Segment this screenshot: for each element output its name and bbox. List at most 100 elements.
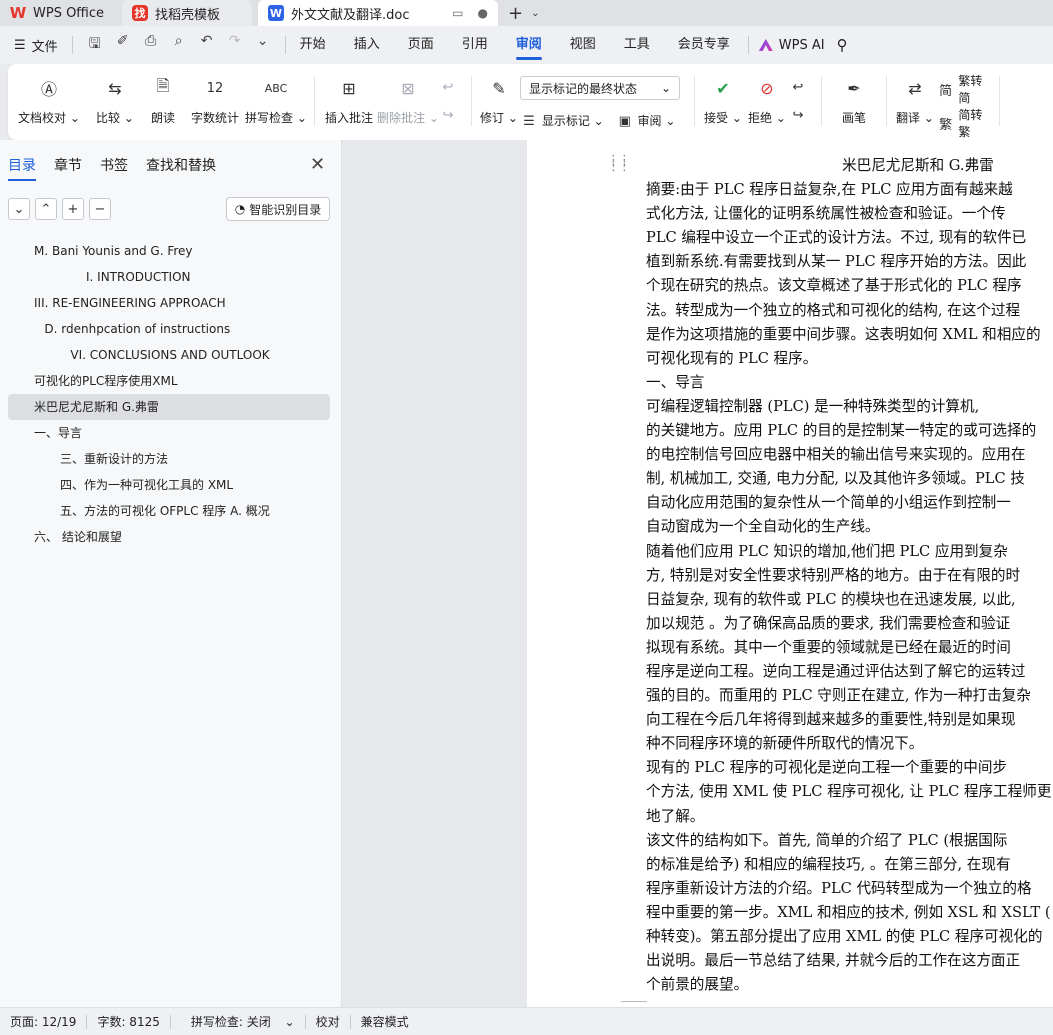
remove-level-icon[interactable]: − [89, 198, 111, 220]
search-icon[interactable]: ⚲ [837, 36, 848, 54]
document-line[interactable]: 是作为这项措施的重要中间步骤。这表明如何 XML 和相应的 [646, 323, 1053, 347]
document-line[interactable]: 程序是逆向工程。逆向工程是通过评估达到了解它的运转过 [646, 660, 1053, 684]
show-markup-button[interactable]: ☰ 显示标记 ⌄ [520, 112, 604, 131]
undo-icon[interactable]: ↶ [199, 33, 215, 57]
toc-item[interactable]: 一、导言 [8, 420, 330, 446]
document-line[interactable]: PLC 编程中设立一个正式的设计方法。不过, 现有的软件已 [646, 226, 1053, 250]
quick-access-chevron-icon[interactable]: ⌄ [255, 33, 271, 57]
menu-view[interactable]: 视图 [556, 26, 610, 64]
menu-page[interactable]: 页面 [394, 26, 448, 64]
review-pane-button[interactable]: ▣ 审阅 ⌄ [616, 112, 676, 131]
to-simplified-button[interactable]: 简 繁转简 [937, 74, 993, 105]
revise-button[interactable]: ✎ 修订 ⌄ [478, 72, 520, 140]
tab-document[interactable]: W 外文文献及翻译.doc ▭ ● [258, 0, 498, 26]
toc-item[interactable]: 四、作为一种可视化工具的 XML [8, 472, 330, 498]
document-line[interactable]: 制, 机械加工, 交通, 电力分配, 以及其他许多领域。PLC 技 [646, 467, 1053, 491]
document-line[interactable]: 可编程逻辑控制器 (PLC) 是一种特殊类型的计算机, [646, 395, 1053, 419]
toc-item[interactable]: 可视化的PLC程序使用XML [8, 368, 330, 394]
document-line[interactable]: 地了解。 [646, 805, 1053, 829]
proof-indicator[interactable]: 校对 [306, 1013, 350, 1030]
document-line[interactable]: 法。转型成为一个独立的格式和可视化的结构, 在这个过程 [646, 299, 1053, 323]
next-change-icon[interactable]: ↪ [789, 106, 807, 124]
document-line[interactable]: 的关键地方。应用 PLC 的目的是控制某一特定的或可选择的 [646, 419, 1053, 443]
close-icon[interactable]: ✕ [310, 154, 325, 175]
to-traditional-button[interactable]: 繁 简转繁 [937, 108, 993, 139]
toc-item[interactable]: VI. CONCLUSIONS AND OUTLOOK [8, 342, 330, 368]
format-painter-icon[interactable]: ✐ [115, 33, 131, 57]
document-line[interactable]: 程序重新设计方法的介绍。PLC 代码转型成为一个独立的格 [646, 877, 1053, 901]
file-menu[interactable]: ☰ 文件 [0, 36, 58, 55]
toc-item[interactable]: 五、方法的可视化 OFPLC 程序 A. 概况 [8, 498, 330, 524]
monitor-icon[interactable]: ▭ [452, 6, 463, 20]
delete-comment-button[interactable]: ⊠ 删除批注 ⌄ [377, 72, 439, 140]
menu-start[interactable]: 开始 [286, 26, 340, 64]
toc-item[interactable]: M. Bani Younis and G. Frey [8, 238, 330, 264]
expand-up-icon[interactable]: ⌃ [35, 198, 57, 220]
document-line[interactable]: 一、导言 [646, 371, 1053, 395]
print-preview-icon[interactable]: ⌕ [171, 33, 187, 57]
insert-comment-button[interactable]: ⊞ 插入批注 [321, 72, 377, 140]
document-line[interactable]: 可视化现有的 PLC 程序。 [646, 347, 1053, 371]
accept-button[interactable]: ✔ 接受 ⌄ [701, 72, 745, 140]
page-indicator[interactable]: 页面: 12/19 [0, 1013, 86, 1030]
read-aloud-button[interactable]: 🗎 朗读 [140, 72, 186, 140]
spell-check-button[interactable]: ABC 拼写检查 ⌄ [244, 72, 308, 140]
document-line[interactable]: 个前景的展望。 [646, 973, 1053, 997]
document-line[interactable]: 强的目的。而重用的 PLC 守则正在建立, 作为一种打击复杂 [646, 684, 1053, 708]
document-line[interactable]: 摘要:由于 PLC 程序日益复杂,在 PLC 应用方面有越来越 [646, 178, 1053, 202]
document-body[interactable]: 米巴尼尤尼斯和 G.弗雷 摘要:由于 PLC 程序日益复杂,在 PLC 应用方面… [646, 154, 1053, 997]
document-line[interactable]: 出说明。最后一节总结了结果, 并就今后的工作在这方面正 [646, 949, 1053, 973]
document-line[interactable]: 的电控制信号回应电器中相关的输出信号来实现的。应用在 [646, 443, 1053, 467]
document-line[interactable]: 该文件的结构如下。首先, 简单的介绍了 PLC (根据国际 [646, 829, 1053, 853]
document-line[interactable]: 日益复杂, 现有的软件或 PLC 的模块也在迅速发展, 以此, [646, 588, 1053, 612]
document-line[interactable]: 植到新系统.有需要找到从某一 PLC 程序开始的方法。因此 [646, 250, 1053, 274]
tab-find-replace[interactable]: 查找和替换 [146, 155, 216, 181]
document-line[interactable]: 自动窗成为一个全自动化的生产线。 [646, 515, 1053, 539]
wps-ai-button[interactable]: WPS AI [758, 38, 825, 53]
toc-item[interactable]: 米巴尼尤尼斯和 G.弗雷 [8, 394, 330, 420]
document-line[interactable]: 向工程在今后几年将得到越来越多的重要性,特别是如果现 [646, 708, 1053, 732]
toc-item[interactable]: 六、 结论和展望 [8, 524, 330, 550]
reject-button[interactable]: ⊘ 拒绝 ⌄ [745, 72, 789, 140]
document-line[interactable]: 加以规范 。为了确保高品质的要求, 我们需要检查和验证 [646, 612, 1053, 636]
document-page[interactable]: ⋮⋮ ⋮⋮ 米巴尼尤尼斯和 G.弗雷 摘要:由于 PLC 程序日益复杂,在 PLC… [527, 140, 1053, 1007]
translate-button[interactable]: ⇄ 翻译 ⌄ [893, 72, 937, 140]
tab-wps-office[interactable]: W WPS Office [0, 0, 120, 26]
drag-handle-icon[interactable]: ⋮⋮ ⋮⋮ [607, 154, 631, 173]
document-heading-line[interactable]: 米巴尼尤尼斯和 G.弗雷 [646, 154, 1053, 178]
menu-member[interactable]: 会员专享 [664, 26, 744, 64]
save-icon[interactable]: 🖫 [87, 33, 103, 57]
tab-chapter[interactable]: 章节 [54, 155, 82, 181]
document-line[interactable]: 个方法, 使用 XML 使 PLC 程序可视化, 让 PLC 程序工程师更 [646, 780, 1053, 804]
word-count-button[interactable]: 12 字数统计 [186, 72, 244, 140]
document-line[interactable]: 式化方法, 让僵化的证明系统属性被检查和验证。一个传 [646, 202, 1053, 226]
document-line[interactable]: 随着他们应用 PLC 知识的增加,他们把 PLC 应用到复杂 [646, 540, 1053, 564]
word-count-indicator[interactable]: 字数: 8125 [87, 1013, 169, 1030]
prev-change-icon[interactable]: ↩ [789, 78, 807, 96]
document-line[interactable]: 种不同程序环境的新硬件所取代的情况下。 [646, 732, 1053, 756]
document-line[interactable]: 现有的 PLC 程序的可视化是逆向工程一个重要的中间步 [646, 756, 1053, 780]
toc-item[interactable]: D. rdenhpcation of instructions [8, 316, 330, 342]
document-line[interactable]: 拟现有系统。其中一个重要的领域就是已经在最近的时间 [646, 636, 1053, 660]
collapse-icon[interactable]: ⌄ [8, 198, 30, 220]
document-line[interactable]: 程中重要的第一步。XML 和相应的技术, 例如 XSL 和 XSLT ( [646, 901, 1053, 925]
toc-item[interactable]: I. INTRODUCTION [8, 264, 330, 290]
new-tab-plus-icon[interactable]: + [508, 3, 523, 24]
document-line[interactable]: 个现在研究的热点。该文章概述了基于形式化的 PLC 程序 [646, 274, 1053, 298]
toc-item[interactable]: III. RE-ENGINEERING APPROACH [8, 290, 330, 316]
tab-toc[interactable]: 目录 [8, 155, 36, 181]
next-comment-icon[interactable]: ↪ [439, 106, 457, 124]
spell-check-indicator[interactable]: 拼写检查: 关闭 ⌄ [171, 1013, 305, 1030]
redo-icon[interactable]: ↷ [227, 33, 243, 57]
menu-review[interactable]: 审阅 [502, 26, 556, 64]
smart-toc-button[interactable]: ◔ 智能识别目录 [226, 197, 330, 221]
print-icon[interactable]: ⎙ [143, 33, 159, 57]
add-level-icon[interactable]: + [62, 198, 84, 220]
markup-state-dropdown[interactable]: 显示标记的最终状态 ⌄ [520, 76, 680, 100]
document-line[interactable]: 的标准是给予) 和相应的编程技巧, 。在第三部分, 在现有 [646, 853, 1053, 877]
proofread-button[interactable]: Ⓐ 文档校对 ⌄ [8, 72, 90, 140]
tab-template-store[interactable]: 找 找稻壳模板 [122, 0, 252, 26]
document-area[interactable]: ⋮⋮ ⋮⋮ 米巴尼尤尼斯和 G.弗雷 摘要:由于 PLC 程序日益复杂,在 PLC… [343, 140, 1053, 1007]
prev-comment-icon[interactable]: ↩ [439, 78, 457, 96]
menu-reference[interactable]: 引用 [448, 26, 502, 64]
